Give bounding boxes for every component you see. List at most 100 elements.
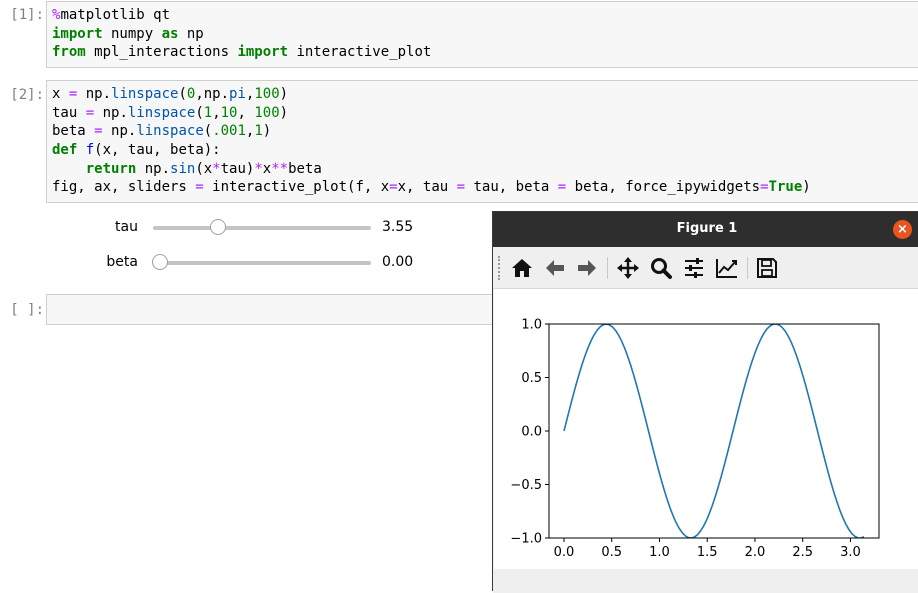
window-titlebar[interactable]: Figure 1 × (493, 212, 918, 247)
code-token: fig, ax, sliders (52, 179, 196, 196)
code-token: np. (136, 160, 171, 177)
zoom-icon (651, 258, 672, 279)
back-icon (546, 260, 564, 276)
slider-handle[interactable] (152, 254, 168, 270)
save-icon (757, 258, 777, 278)
code-token: ,np. (195, 86, 230, 102)
zoom-button[interactable] (649, 256, 673, 280)
slider-value: 3.55 (382, 219, 414, 235)
back-button[interactable] (543, 256, 567, 280)
close-icon: × (897, 222, 908, 237)
code-token: ** (271, 160, 289, 177)
edit-axes-button[interactable] (715, 256, 739, 280)
y-tick-label: −0.5 (510, 478, 542, 493)
code-token: sin (170, 160, 196, 177)
code-token: def (52, 142, 78, 159)
code-token: f (85, 142, 95, 159)
y-tick-label: 1.0 (521, 318, 542, 333)
x-tick-label: 2.5 (792, 545, 813, 560)
code-line: from mpl_interactions import interactive… (52, 43, 918, 62)
code-input[interactable]: %matplotlib qt import numpy as np from mpl… (46, 1, 918, 68)
figure-window[interactable]: Figure 1 × 0.0 0.5 1.0 1.5 2.0 2.5 3.0 1… (492, 211, 918, 593)
x-tick-label: 0.0 (554, 545, 575, 560)
code-cell-2[interactable]: [2]: x = np.linspace(0,np.pi,100) tau = n… (0, 80, 918, 204)
code-token: ( (195, 104, 204, 121)
save-button[interactable] (755, 256, 779, 280)
code-token: beta (288, 160, 322, 177)
code-token: from (52, 44, 86, 61)
status-bar (493, 569, 918, 593)
cell-prompt: [1]: (10, 7, 44, 23)
code-line: def f(x, tau, beta): (52, 141, 918, 160)
cell-prompt: [ ]: (10, 302, 44, 318)
code-token: beta (52, 123, 95, 140)
x-tick-label: 1.0 (649, 545, 670, 560)
code-token: numpy (102, 25, 162, 42)
code-cell-1[interactable]: [1]: %matplotlib qt import numpy as np fro… (0, 0, 918, 68)
code-line: x = np.linspace(0,np.pi,100) (52, 85, 918, 104)
cell-prompt: [2]: (10, 87, 44, 103)
code-token: ( (178, 86, 187, 102)
code-token: = (195, 179, 204, 196)
code-token: np. (102, 123, 137, 140)
configure-subplots-button[interactable] (682, 256, 706, 280)
slider-track[interactable] (153, 226, 371, 230)
x-tick-label: 2.0 (745, 545, 766, 560)
code-token: = (389, 179, 398, 196)
pan-button[interactable] (616, 256, 640, 280)
code-token: 1 (254, 123, 263, 140)
home-button[interactable] (510, 256, 534, 280)
code-token: 10 (220, 104, 238, 121)
code-line: fig, ax, sliders = interactive_plot(f, x… (52, 178, 918, 197)
code-token: linspace (127, 104, 196, 121)
slider-tau[interactable]: tau 3.55 (0, 213, 480, 243)
slider-label: beta (106, 254, 138, 270)
forward-button[interactable] (575, 256, 599, 280)
code-token: = (94, 123, 103, 140)
code-token: x, tau (397, 179, 457, 196)
code-token: mpl_interactions (85, 44, 238, 61)
code-token: = (85, 104, 95, 121)
x-tick-label: 1.5 (697, 545, 718, 560)
plot-svg: 0.0 0.5 1.0 1.5 2.0 2.5 3.0 1.0 0.5 0.0 −0.5 −1.0 (510, 318, 880, 560)
x-tick-label: 0.5 (601, 545, 622, 560)
window-title: Figure 1 (676, 221, 738, 236)
code-line: %matplotlib qt (52, 6, 918, 25)
toolbar-grip-icon[interactable] (498, 256, 503, 280)
code-token: .001 (212, 123, 246, 140)
axes-frame (548, 323, 880, 539)
series-line (563, 324, 865, 538)
code-token: = (557, 179, 567, 196)
code-token: linspace (111, 86, 179, 102)
slider-beta[interactable]: beta 0.00 (0, 248, 480, 278)
code-token: ) (279, 104, 289, 121)
code-token: tau) (220, 160, 255, 177)
code-token: 100 (254, 86, 280, 102)
code-token: tau, beta (465, 179, 558, 196)
code-token: np (178, 25, 204, 42)
code-token: interactive_plot(f, x (203, 179, 390, 196)
code-token: import (52, 25, 103, 42)
code-token: = (456, 179, 466, 196)
toolbar-separator (607, 257, 608, 279)
code-input[interactable]: x = np.linspace(0,np.pi,100) tau = np.lin… (46, 80, 918, 203)
code-token: 100 (254, 104, 280, 121)
code-token: * (254, 160, 263, 177)
code-token: (x (195, 160, 213, 177)
close-button[interactable]: × (893, 220, 912, 239)
pan-icon (617, 257, 639, 279)
code-token: as (161, 25, 179, 42)
code-line: beta = np.linspace(.001,1) (52, 122, 918, 141)
slider-handle[interactable] (210, 219, 227, 235)
edit-axes-icon (716, 259, 737, 278)
code-line: return np.sin(x*tau)*x**beta (52, 160, 918, 179)
code-token: ) (279, 86, 289, 102)
figure-canvas[interactable]: 0.0 0.5 1.0 1.5 2.0 2.5 3.0 1.0 0.5 0.0 −0.5 −1.0 (494, 289, 918, 569)
code-token: x (262, 160, 272, 177)
code-token: ) (802, 179, 811, 196)
code-token: 1 (203, 104, 213, 121)
slider-track[interactable] (153, 261, 371, 265)
code-token: * (212, 160, 221, 177)
